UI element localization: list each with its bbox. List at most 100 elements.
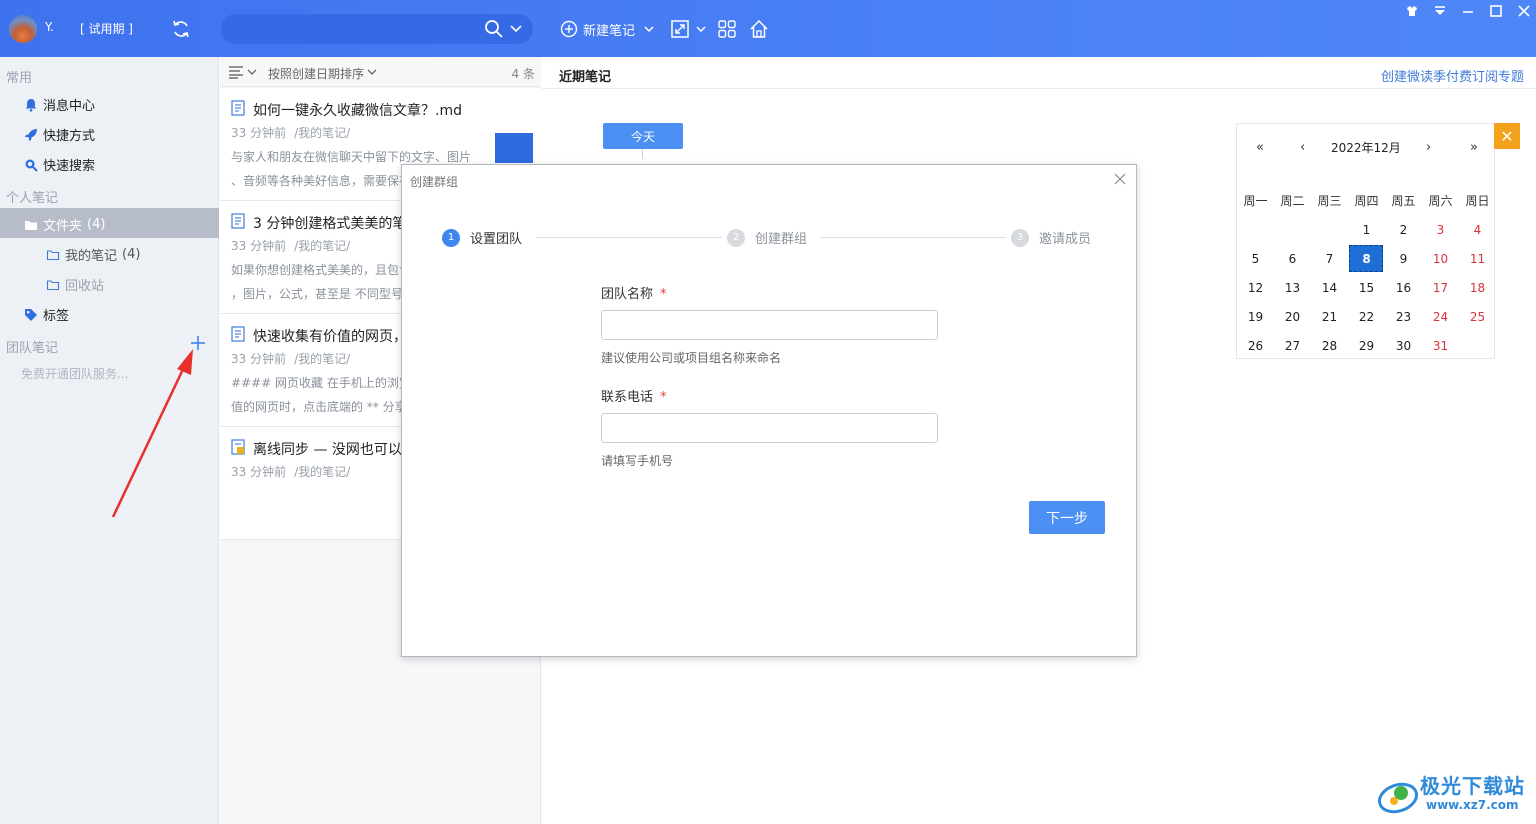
minimize-icon[interactable] — [1460, 3, 1476, 19]
home-icon[interactable] — [749, 19, 769, 39]
today-button[interactable]: 今天 — [603, 123, 683, 149]
calendar-day[interactable]: 9 — [1385, 246, 1422, 272]
sort-dropdown[interactable]: 按照创建日期排序 — [268, 65, 364, 82]
create-subscription-link[interactable]: 创建微读季付费订阅专题 — [1381, 66, 1524, 85]
calendar-day[interactable]: 24 — [1422, 304, 1459, 330]
sidebar-item-my-notes[interactable]: 我的笔记 (4) — [46, 245, 140, 264]
next-year-button[interactable]: » — [1470, 140, 1478, 155]
trial-badge[interactable]: [ 试用期 ] — [80, 20, 133, 37]
grid-icon[interactable] — [717, 19, 737, 39]
note-excerpt: 值的网页时，点击底端的 ** 分享 — [231, 400, 407, 414]
sidebar-item-tags[interactable]: 标签 — [24, 305, 69, 324]
calendar-day[interactable]: 14 — [1311, 275, 1348, 301]
step-number: 3 — [1011, 228, 1029, 247]
phone-input[interactable] — [601, 413, 938, 443]
calendar-day[interactable]: 19 — [1237, 304, 1274, 330]
required-mark: * — [660, 287, 667, 302]
sidebar-item-quick-search[interactable]: 快速搜索 — [24, 155, 95, 174]
sidebar-item-label: 文件夹 — [43, 219, 83, 234]
calendar-day[interactable]: 11 — [1459, 246, 1496, 272]
sidebar-item-folder[interactable]: 文件夹 (4) — [24, 215, 105, 234]
username[interactable]: Y. — [45, 20, 54, 34]
note-list-header: 按照创建日期排序 4 条 — [220, 57, 541, 87]
calendar-weekday: 周二 — [1280, 194, 1305, 208]
calendar-day[interactable]: 28 — [1311, 333, 1348, 359]
calendar-weekday: 周六 — [1428, 194, 1453, 208]
phone-label-text: 联系电话 — [601, 390, 654, 405]
maximize-icon[interactable] — [1488, 3, 1504, 19]
close-icon[interactable] — [1516, 3, 1532, 19]
team-name-label-text: 团队名称 — [601, 287, 654, 302]
calendar-close-button[interactable]: ✕ — [1494, 123, 1520, 149]
sidebar-item-messages[interactable]: 消息中心 — [24, 95, 95, 114]
calendar-day[interactable]: 13 — [1274, 275, 1311, 301]
next-month-button[interactable]: › — [1426, 140, 1431, 155]
next-step-button[interactable]: 下一步 — [1029, 501, 1105, 534]
skin-icon[interactable] — [1404, 3, 1420, 19]
calendar-day[interactable]: 22 — [1348, 304, 1385, 330]
note-excerpt: ，图片，公式，甚至是 不同型号 — [231, 287, 403, 301]
prev-year-button[interactable]: « — [1256, 140, 1264, 155]
chevron-down-icon[interactable] — [509, 23, 523, 35]
note-title: 离线同步 — 没网也可以 — [253, 442, 402, 458]
calendar: « ‹ 2022年12月 › » 周一 周二 周三 周四 周五 周六 周日 1 2 3 4 5 6 7 8 9… — [1236, 123, 1495, 359]
search-icon[interactable] — [484, 19, 504, 39]
sidebar-item-recycle[interactable]: 回收站 — [46, 275, 104, 294]
calendar-day[interactable]: 31 — [1422, 333, 1459, 359]
calendar-day[interactable]: 5 — [1237, 246, 1274, 272]
bell-icon — [25, 98, 37, 112]
calendar-day[interactable]: 23 — [1385, 304, 1422, 330]
calendar-day[interactable]: 6 — [1274, 246, 1311, 272]
chevron-down-icon[interactable] — [695, 19, 707, 39]
calendar-day[interactable]: 4 — [1459, 217, 1496, 243]
prev-month-button[interactable]: ‹ — [1300, 140, 1305, 155]
calendar-day[interactable]: 8 — [1348, 246, 1385, 272]
calendar-day[interactable]: 20 — [1274, 304, 1311, 330]
expand-icon[interactable] — [670, 19, 690, 39]
team-name-hint: 建议使用公司或项目组名称来命名 — [601, 351, 782, 365]
locked-document-icon — [231, 439, 245, 455]
menu-icon[interactable] — [1432, 3, 1448, 19]
section-common: 常用 — [6, 71, 33, 86]
calendar-day[interactable]: 12 — [1237, 275, 1274, 301]
chevron-down-icon[interactable] — [367, 68, 377, 76]
step-number: 1 — [442, 228, 460, 247]
sidebar-item-label: 我的笔记 — [65, 249, 118, 264]
calendar-day[interactable]: 1 — [1348, 217, 1385, 243]
calendar-day[interactable]: 21 — [1311, 304, 1348, 330]
note-meta: 33 分钟前/我的笔记/ — [231, 124, 350, 141]
avatar[interactable] — [9, 15, 37, 43]
sidebar-item-label: 消息中心 — [43, 99, 96, 114]
calendar-day[interactable]: 15 — [1348, 275, 1385, 301]
note-thumbnail-edge — [481, 133, 495, 163]
list-sort-icon[interactable] — [228, 65, 258, 79]
folder-outline-icon — [46, 249, 60, 260]
calendar-weekday: 周五 — [1391, 194, 1416, 208]
calendar-day[interactable]: 26 — [1237, 333, 1274, 359]
sync-icon[interactable] — [170, 18, 192, 40]
calendar-day[interactable]: 16 — [1385, 275, 1422, 301]
calendar-day[interactable]: 10 — [1422, 246, 1459, 272]
calendar-day[interactable]: 17 — [1422, 275, 1459, 301]
note-count: 4 条 — [511, 67, 535, 81]
note-excerpt: 如果你想创建格式美美的，且包含 — [231, 263, 412, 277]
team-name-input[interactable] — [601, 310, 938, 340]
sidebar-item-shortcuts[interactable]: 快捷方式 — [24, 125, 95, 144]
calendar-day[interactable]: 2 — [1385, 217, 1422, 243]
calendar-day[interactable]: 18 — [1459, 275, 1496, 301]
note-path: /我的笔记/ — [294, 352, 351, 366]
calendar-day[interactable]: 27 — [1274, 333, 1311, 359]
step-number: 2 — [727, 228, 745, 247]
close-icon[interactable] — [1113, 172, 1127, 186]
calendar-weekday: 周一 — [1243, 194, 1268, 208]
sidebar-item-label: 标签 — [43, 309, 70, 324]
step-label: 创建群组 — [755, 232, 808, 247]
calendar-day[interactable]: 25 — [1459, 304, 1496, 330]
step-label: 设置团队 — [470, 232, 523, 247]
chevron-down-icon — [644, 26, 654, 33]
calendar-day[interactable]: 30 — [1385, 333, 1422, 359]
calendar-day[interactable]: 3 — [1422, 217, 1459, 243]
calendar-day[interactable]: 7 — [1311, 246, 1348, 272]
calendar-day[interactable]: 29 — [1348, 333, 1385, 359]
new-note-button[interactable]: 新建笔记 — [560, 19, 655, 39]
